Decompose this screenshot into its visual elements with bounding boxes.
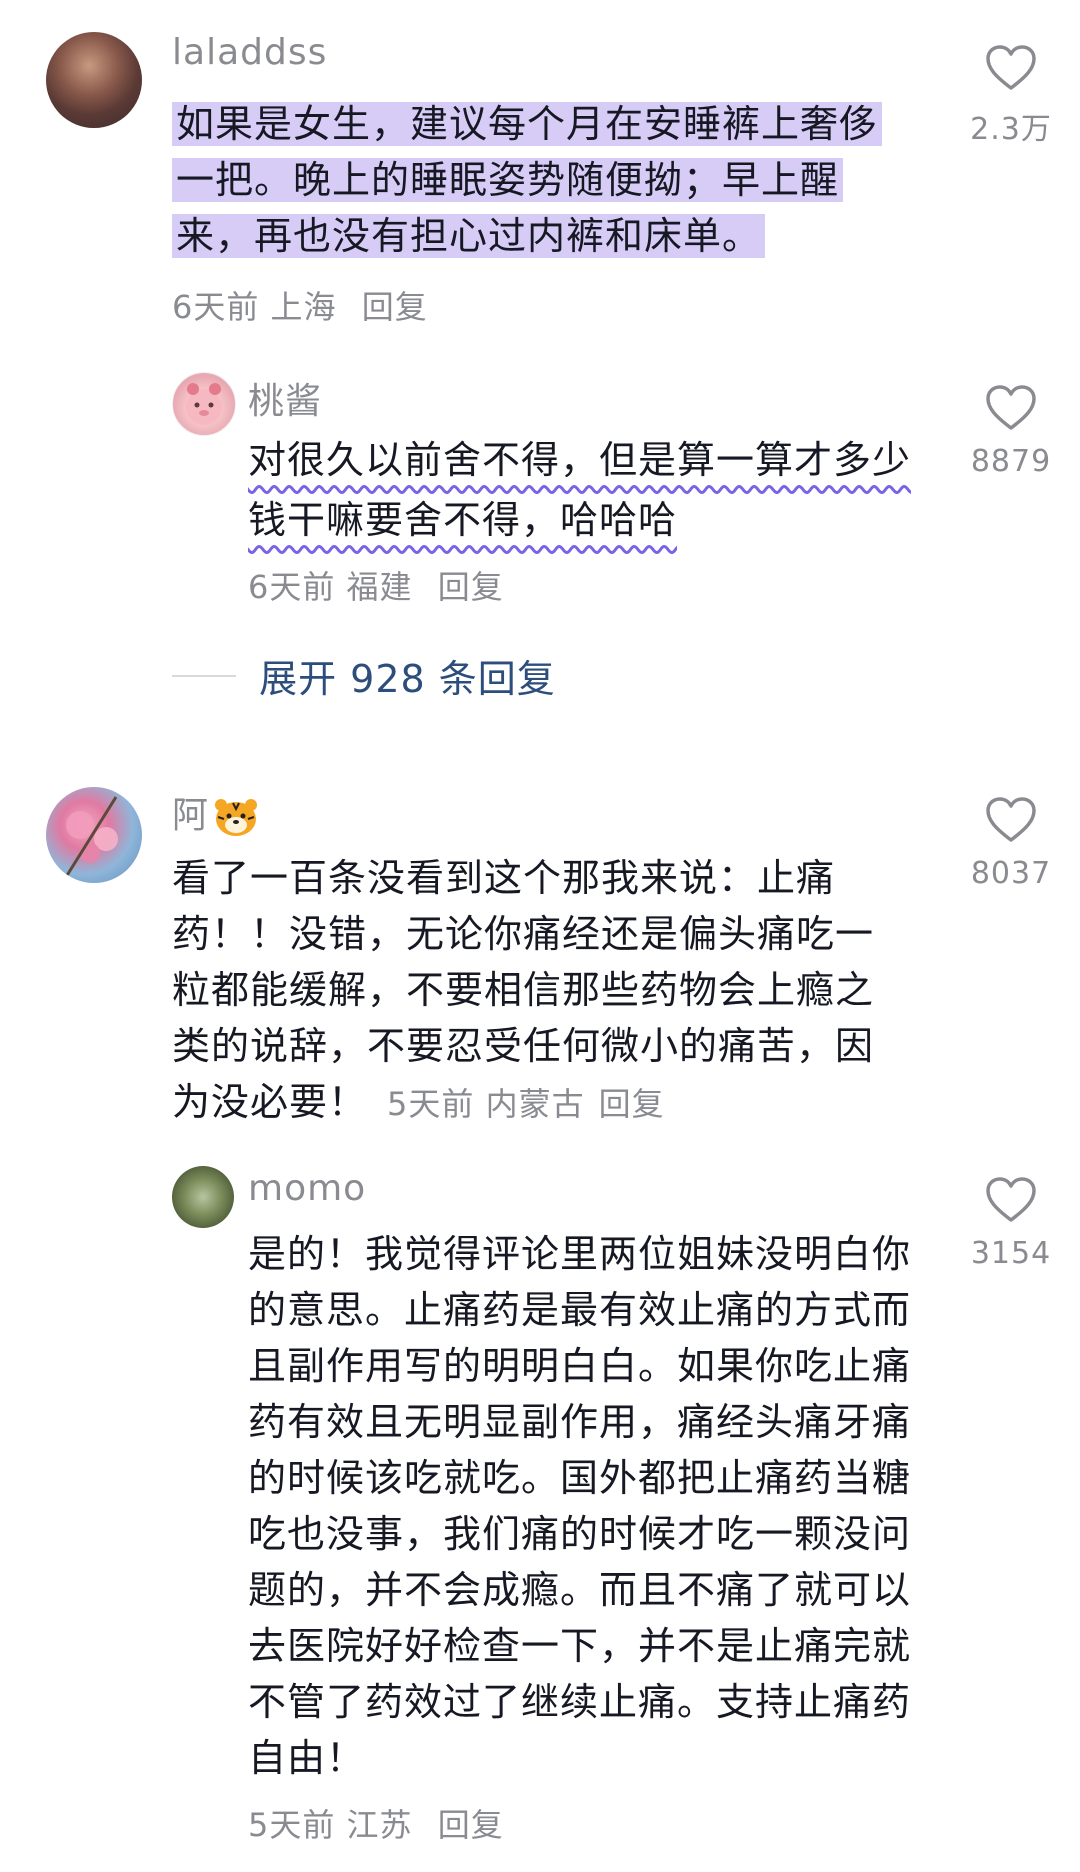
flower-icon (64, 796, 118, 878)
heart-icon (986, 45, 1036, 90)
divider (172, 674, 236, 677)
like-count: 8879 (970, 444, 1052, 479)
comment-text[interactable]: 是的！我觉得评论里两位姐妹没明白你的意思。止痛药是最有效止痛的方式而且副作用写的… (248, 1226, 928, 1786)
comment-text[interactable]: 对很久以前舍不得，但是算一算才多少钱干嘛要舍不得，哈哈哈 (248, 430, 928, 550)
highlighted-text: 如果是女生，建议每个月在安睡裤上奢侈一把。晚上的睡眠姿势随便拗；早上醒来，再也没… (172, 102, 883, 258)
comment-time: 6天前 (248, 568, 336, 606)
avatar[interactable] (172, 372, 236, 436)
comment-location: 福建 (346, 568, 413, 606)
like-count: 8037 (970, 856, 1052, 891)
heart-icon (986, 1177, 1036, 1222)
like-count: 3154 (970, 1236, 1052, 1271)
comment-location: 上海 (270, 288, 337, 326)
like-button[interactable]: 8037 (966, 796, 1056, 891)
reply-button[interactable]: 回复 (438, 568, 504, 606)
like-button[interactable]: 3154 (966, 1176, 1056, 1271)
comment-location: 内蒙古 (485, 1085, 585, 1123)
username[interactable]: 阿 (172, 786, 259, 838)
tiger-emoji-icon (215, 799, 258, 836)
comment-time: 5天前 (248, 1806, 336, 1844)
username[interactable]: momo (248, 1168, 366, 1209)
comment-meta: 6天前 上海 回复 (172, 282, 428, 328)
comment-location: 江苏 (346, 1806, 413, 1844)
reply-button[interactable]: 回复 (599, 1085, 665, 1123)
comment-time: 5天前 (387, 1085, 475, 1123)
comment-meta: 6天前 福建 回复 (248, 562, 504, 608)
comment-body: 看了一百条没看到这个那我来说：止痛药！！没错，无论你痛经还是偏头痛吃一粒都能缓解… (172, 856, 875, 1124)
avatar[interactable] (46, 32, 142, 128)
avatar[interactable] (172, 1166, 234, 1228)
like-button[interactable]: 8879 (966, 384, 1056, 479)
comment-meta: 5天前 内蒙古 回复 (387, 1085, 665, 1123)
underlined-text: 对很久以前舍不得，但是算一算才多少钱干嘛要舍不得，哈哈哈 (248, 438, 912, 542)
username[interactable]: laladdss (172, 32, 327, 73)
expand-replies-label: 展开 928 条回复 (259, 657, 556, 701)
username[interactable]: 桃酱 (248, 372, 322, 424)
cartoon-face-icon (186, 383, 222, 425)
like-count: 2.3万 (970, 112, 1052, 147)
like-button[interactable]: 2.3万 (966, 44, 1056, 148)
expand-replies-button[interactable]: 展开 928 条回复 (172, 648, 556, 703)
reply-button[interactable]: 回复 (362, 288, 428, 326)
avatar[interactable] (46, 787, 142, 883)
heart-icon (986, 385, 1036, 430)
username-text: 阿 (172, 795, 210, 836)
heart-icon (986, 797, 1036, 842)
comment-text[interactable]: 如果是女生，建议每个月在安睡裤上奢侈一把。晚上的睡眠姿势随便拗；早上醒来，再也没… (172, 96, 912, 264)
comment-time: 6天前 (172, 288, 260, 326)
reply-button[interactable]: 回复 (438, 1806, 504, 1844)
comment-text[interactable]: 看了一百条没看到这个那我来说：止痛药！！没错，无论你痛经还是偏头痛吃一粒都能缓解… (172, 850, 902, 1132)
comment-meta: 5天前 江苏 回复 (248, 1800, 504, 1846)
